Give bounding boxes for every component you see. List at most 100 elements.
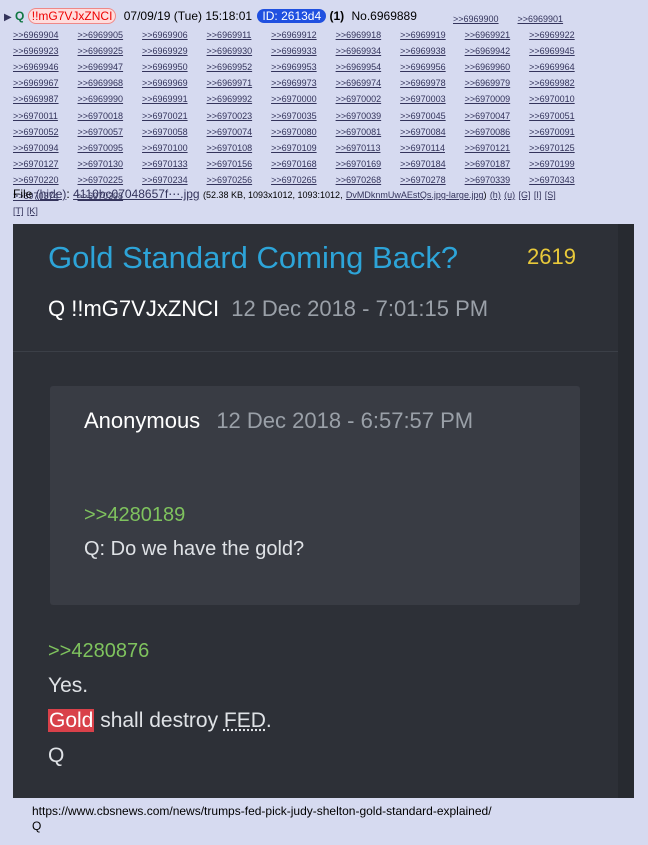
backlink[interactable]: >>6969906 [142,27,204,43]
backlink[interactable]: >>6970002 [336,91,398,107]
backlink[interactable]: >>6969938 [400,43,462,59]
backlink[interactable]: >>6970091 [529,124,591,140]
backlink[interactable]: >>6969956 [400,59,462,75]
backlink[interactable]: >>6969952 [207,59,269,75]
file-u-link[interactable]: (u) [504,190,515,200]
backlink[interactable]: >>6969973 [271,75,333,91]
backlink[interactable]: >>6969953 [271,59,333,75]
backlink[interactable]: >>6970035 [271,108,333,124]
file-saucenao-search-link[interactable]: [S] [545,190,556,200]
backlink[interactable]: >>6969901 [518,11,580,27]
backlink[interactable]: >>6969925 [78,43,140,59]
backlink[interactable]: >>6970187 [465,156,527,172]
backlink[interactable]: >>6970058 [142,124,204,140]
backlink[interactable]: >>6970168 [271,156,333,172]
backlink[interactable]: >>6970108 [207,140,269,156]
backlink[interactable]: >>6970278 [400,172,462,188]
backlink[interactable]: >>6969967 [13,75,75,91]
backlink[interactable]: >>6970268 [336,172,398,188]
backlink[interactable]: >>6970169 [336,156,398,172]
backlink[interactable]: >>6969947 [78,59,140,75]
backlink[interactable]: >>6970121 [465,140,527,156]
backlink[interactable]: >>6969978 [400,75,462,91]
backlink[interactable]: >>6970011 [13,108,75,124]
file-google-search-link[interactable]: [G] [519,190,531,200]
backlink[interactable]: >>6969979 [465,75,527,91]
backlink[interactable]: >>6970256 [207,172,269,188]
backlink[interactable]: >>6970133 [142,156,204,172]
backlink[interactable]: >>6969912 [271,27,333,43]
backlink[interactable]: >>6969992 [207,91,269,107]
backlink[interactable]: >>6969942 [465,43,527,59]
backlink[interactable]: >>6970156 [207,156,269,172]
backlink[interactable]: >>6969974 [336,75,398,91]
post-menu-arrow-icon[interactable]: ▶ [4,12,12,23]
backlink[interactable]: >>6969954 [336,59,398,75]
backlink[interactable]: >>6970074 [207,124,269,140]
file-tineye-search-link[interactable]: [T] [13,206,24,216]
backlink[interactable]: >>6970184 [400,156,462,172]
backlink[interactable]: >>6969987 [13,91,75,107]
backlink[interactable]: >>6970084 [400,124,462,140]
backlink[interactable]: >>6969933 [271,43,333,59]
backlink[interactable]: >>6970109 [271,140,333,156]
backlink[interactable]: >>6970000 [271,91,333,107]
backlink[interactable]: >>6969971 [207,75,269,91]
backlink[interactable]: >>6970021 [142,108,204,124]
backlink[interactable]: >>6969929 [142,43,204,59]
backlink[interactable]: >>6969945 [529,43,591,59]
backlink[interactable]: >>6970052 [13,124,75,140]
backlink[interactable]: >>6970039 [336,108,398,124]
backlink[interactable]: >>6970113 [336,140,398,156]
backlink[interactable]: >>6969950 [142,59,204,75]
backlink[interactable]: >>6970051 [529,108,591,124]
backlink[interactable]: >>6970343 [529,172,591,188]
hide-file-link[interactable]: (hide) [36,187,67,201]
backlink[interactable]: >>6969946 [13,59,75,75]
backlink[interactable]: >>6969982 [529,75,591,91]
backlink[interactable]: >>6970009 [465,91,527,107]
backlink[interactable]: >>6969905 [78,27,140,43]
backlink[interactable]: >>6970095 [78,140,140,156]
backlink[interactable]: >>6970220 [13,172,75,188]
backlink[interactable]: >>6969968 [78,75,140,91]
file-h-link[interactable]: (h) [490,190,501,200]
backlink[interactable]: >>6970080 [271,124,333,140]
post-image[interactable]: Gold Standard Coming Back? 2619 Q !!mG7V… [13,224,634,798]
backlink[interactable]: >>6970045 [400,108,462,124]
backlink[interactable]: >>6969960 [465,59,527,75]
file-iqdb-search-link[interactable]: [I] [534,190,542,200]
backlink[interactable]: >>6969923 [13,43,75,59]
backlink[interactable]: >>6970225 [78,172,140,188]
backlink[interactable]: >>6969922 [529,27,591,43]
backlink[interactable]: >>6970114 [400,140,462,156]
backlink[interactable]: >>6970100 [142,140,204,156]
backlink[interactable]: >>6970199 [529,156,591,172]
backlink[interactable]: >>6969911 [207,27,269,43]
backlink[interactable]: >>6970010 [529,91,591,107]
backlink[interactable]: >>6970047 [465,108,527,124]
backlink[interactable]: >>6969969 [142,75,204,91]
backlink[interactable]: >>6969964 [529,59,591,75]
backlink[interactable]: >>6970003 [400,91,462,107]
backlink[interactable]: >>6970018 [78,108,140,124]
file-karma-search-link[interactable]: [K] [27,206,38,216]
backlink[interactable]: >>6970057 [78,124,140,140]
post-body-url[interactable]: https://www.cbsnews.com/news/trumps-fed-… [32,804,632,819]
backlink[interactable]: >>6969921 [465,27,527,43]
backlink[interactable]: >>6970265 [271,172,333,188]
backlink[interactable]: >>6969991 [142,91,204,107]
backlink[interactable]: >>6969990 [78,91,140,107]
backlink[interactable]: >>6970125 [529,140,591,156]
backlink[interactable]: >>6969930 [207,43,269,59]
backlink[interactable]: >>6970339 [465,172,527,188]
file-name-link[interactable]: 4110bc07048657f⋯.jpg [73,187,200,201]
backlink[interactable]: >>6970086 [465,124,527,140]
backlink[interactable]: >>6969918 [336,27,398,43]
backlink[interactable]: >>6970081 [336,124,398,140]
backlink[interactable]: >>6970130 [78,156,140,172]
backlink[interactable]: >>6969900 [453,11,515,27]
backlink[interactable]: >>6969919 [400,27,462,43]
backlink[interactable]: >>6970094 [13,140,75,156]
file-original-name-link[interactable]: DvMDknmUwAEstQs.jpg-large.jpg [346,190,484,200]
